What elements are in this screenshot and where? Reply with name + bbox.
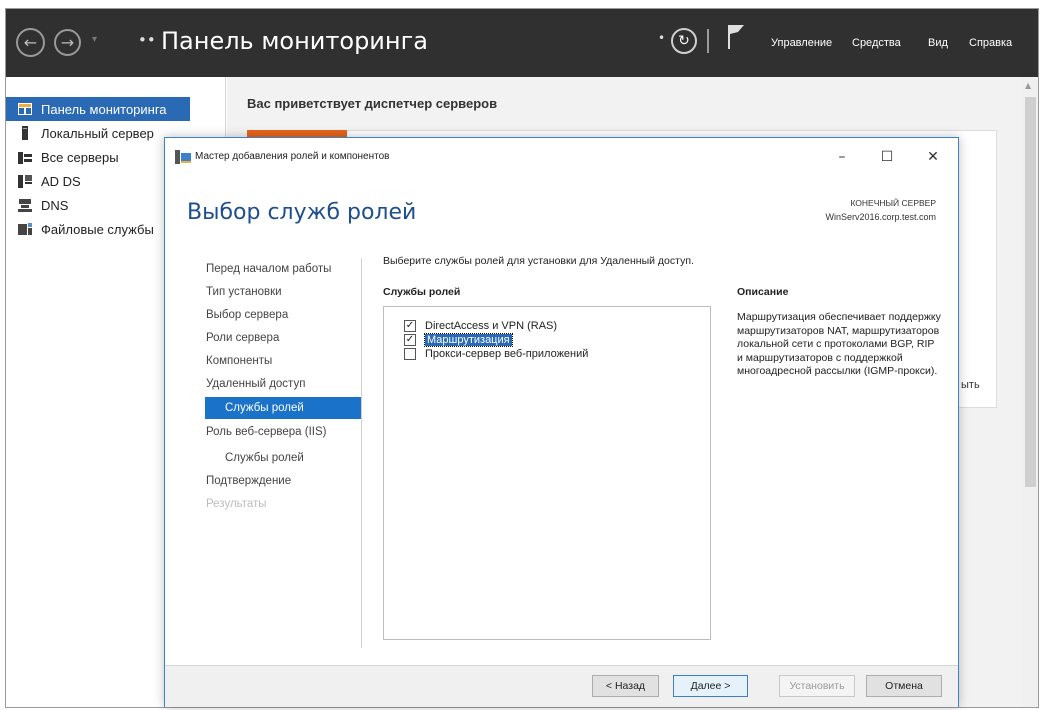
minimize-icon[interactable]: – [829, 144, 855, 170]
sidebar-item-label: Локальный сервер [41, 125, 154, 141]
destination-server-label: КОНЕЧНЫЙ СЕРВЕР [850, 198, 936, 208]
wizard-step[interactable]: Роль веб-сервера (IIS) [206, 421, 327, 443]
role-service-label[interactable]: Прокси-сервер веб-приложений [425, 348, 588, 360]
wizard-steps: Перед началом работы Тип установки Выбор… [165, 258, 362, 648]
cancel-button[interactable]: Отмена [866, 675, 942, 697]
checkbox-checked[interactable]: ✓ [404, 320, 416, 332]
page-title: Панель мониторинга [161, 27, 428, 55]
back-arrow-icon[interactable]: ← [16, 28, 45, 57]
role-service-label[interactable]: DirectAccess и VPN (RAS) [425, 320, 557, 332]
checkbox-checked[interactable]: ✓ [404, 334, 416, 346]
next-button[interactable]: Далее > [673, 675, 748, 697]
refresh-icon[interactable]: ↻ [671, 28, 697, 54]
role-services-list: ✓ DirectAccess и VPN (RAS) ✓ Маршрутизац… [383, 306, 711, 640]
menu-manage[interactable]: Управление [771, 37, 832, 49]
vertical-scrollbar[interactable]: ▲ [1021, 77, 1038, 707]
notifications-flag-icon[interactable] [727, 24, 745, 50]
wizard-step-active[interactable]: Службы ролей [205, 397, 361, 419]
sidebar-item-label: Панель мониторинга [41, 101, 167, 117]
history-dropdown-icon[interactable]: ▾ [92, 34, 97, 45]
close-icon[interactable]: ✕ [920, 144, 946, 170]
wizard-step-disabled: Результаты [206, 498, 267, 510]
description-header: Описание [737, 286, 789, 298]
checkbox-unchecked[interactable] [404, 348, 416, 360]
wizard-app-icon [175, 150, 191, 164]
wizard-step[interactable]: Компоненты [206, 350, 272, 372]
dialog-window-title: Мастер добавления ролей и компонентов [195, 151, 390, 162]
servers-icon [18, 152, 32, 164]
menu-view[interactable]: Вид [928, 37, 948, 49]
description-text: Маршрутизация обеспечивает поддержку мар… [737, 311, 941, 377]
role-service-item[interactable]: ✓ Маршрутизация [404, 333, 513, 347]
back-button[interactable]: < Назад [592, 675, 659, 697]
ad-ds-icon [18, 175, 32, 188]
wizard-step[interactable]: Удаленный доступ [206, 373, 305, 395]
install-button: Установить [779, 675, 855, 697]
sidebar-item-label: Все серверы [41, 149, 119, 165]
role-service-item[interactable]: ✓ DirectAccess и VPN (RAS) [404, 319, 557, 333]
wizard-step[interactable]: Роли сервера [206, 327, 279, 349]
toolbar-divider [707, 29, 709, 53]
scrollbar-thumb[interactable] [1025, 97, 1036, 487]
wizard-page-title: Выбор служб ролей [187, 200, 417, 225]
title-bar: ← → ▾ •• Панель мониторинга • ↻ Управлен… [6, 9, 1038, 77]
breadcrumb-marker: •• [138, 31, 156, 49]
tile-link-text[interactable]: ыть [961, 379, 980, 391]
sidebar-item-label: Файловые службы [41, 221, 154, 237]
notification-dot-icon: • [658, 31, 666, 45]
instruction-text: Выберите службы ролей для установки для … [383, 255, 694, 267]
maximize-icon[interactable]: ☐ [874, 144, 900, 170]
sidebar-item-dashboard[interactable]: Панель мониторинга [6, 97, 190, 121]
menu-help[interactable]: Справка [969, 37, 1012, 49]
file-services-icon [18, 223, 32, 235]
role-services-header: Службы ролей [383, 286, 461, 298]
wizard-step[interactable]: Службы ролей [225, 447, 304, 469]
server-icon [22, 126, 28, 140]
sidebar-item-label: DNS [41, 197, 69, 213]
wizard-step[interactable]: Перед началом работы [206, 258, 331, 280]
welcome-heading: Вас приветствует диспетчер серверов [247, 96, 498, 111]
forward-arrow-icon[interactable]: → [54, 29, 81, 56]
sidebar-item-label: AD DS [41, 173, 81, 189]
wizard-step[interactable]: Выбор сервера [206, 304, 288, 326]
destination-server-name: WinServ2016.corp.test.com [825, 212, 936, 222]
role-service-label-selected[interactable]: Маршрутизация [424, 333, 513, 347]
dns-icon [18, 199, 32, 212]
scroll-up-icon[interactable]: ▲ [1025, 81, 1031, 90]
wizard-step[interactable]: Подтверждение [206, 470, 291, 492]
role-service-item[interactable]: Прокси-сервер веб-приложений [404, 347, 588, 361]
add-roles-wizard-dialog: Мастер добавления ролей и компонентов – … [164, 137, 959, 707]
wizard-step[interactable]: Тип установки [206, 281, 282, 303]
menu-tools[interactable]: Средства [852, 37, 901, 49]
dashboard-icon [18, 103, 32, 115]
